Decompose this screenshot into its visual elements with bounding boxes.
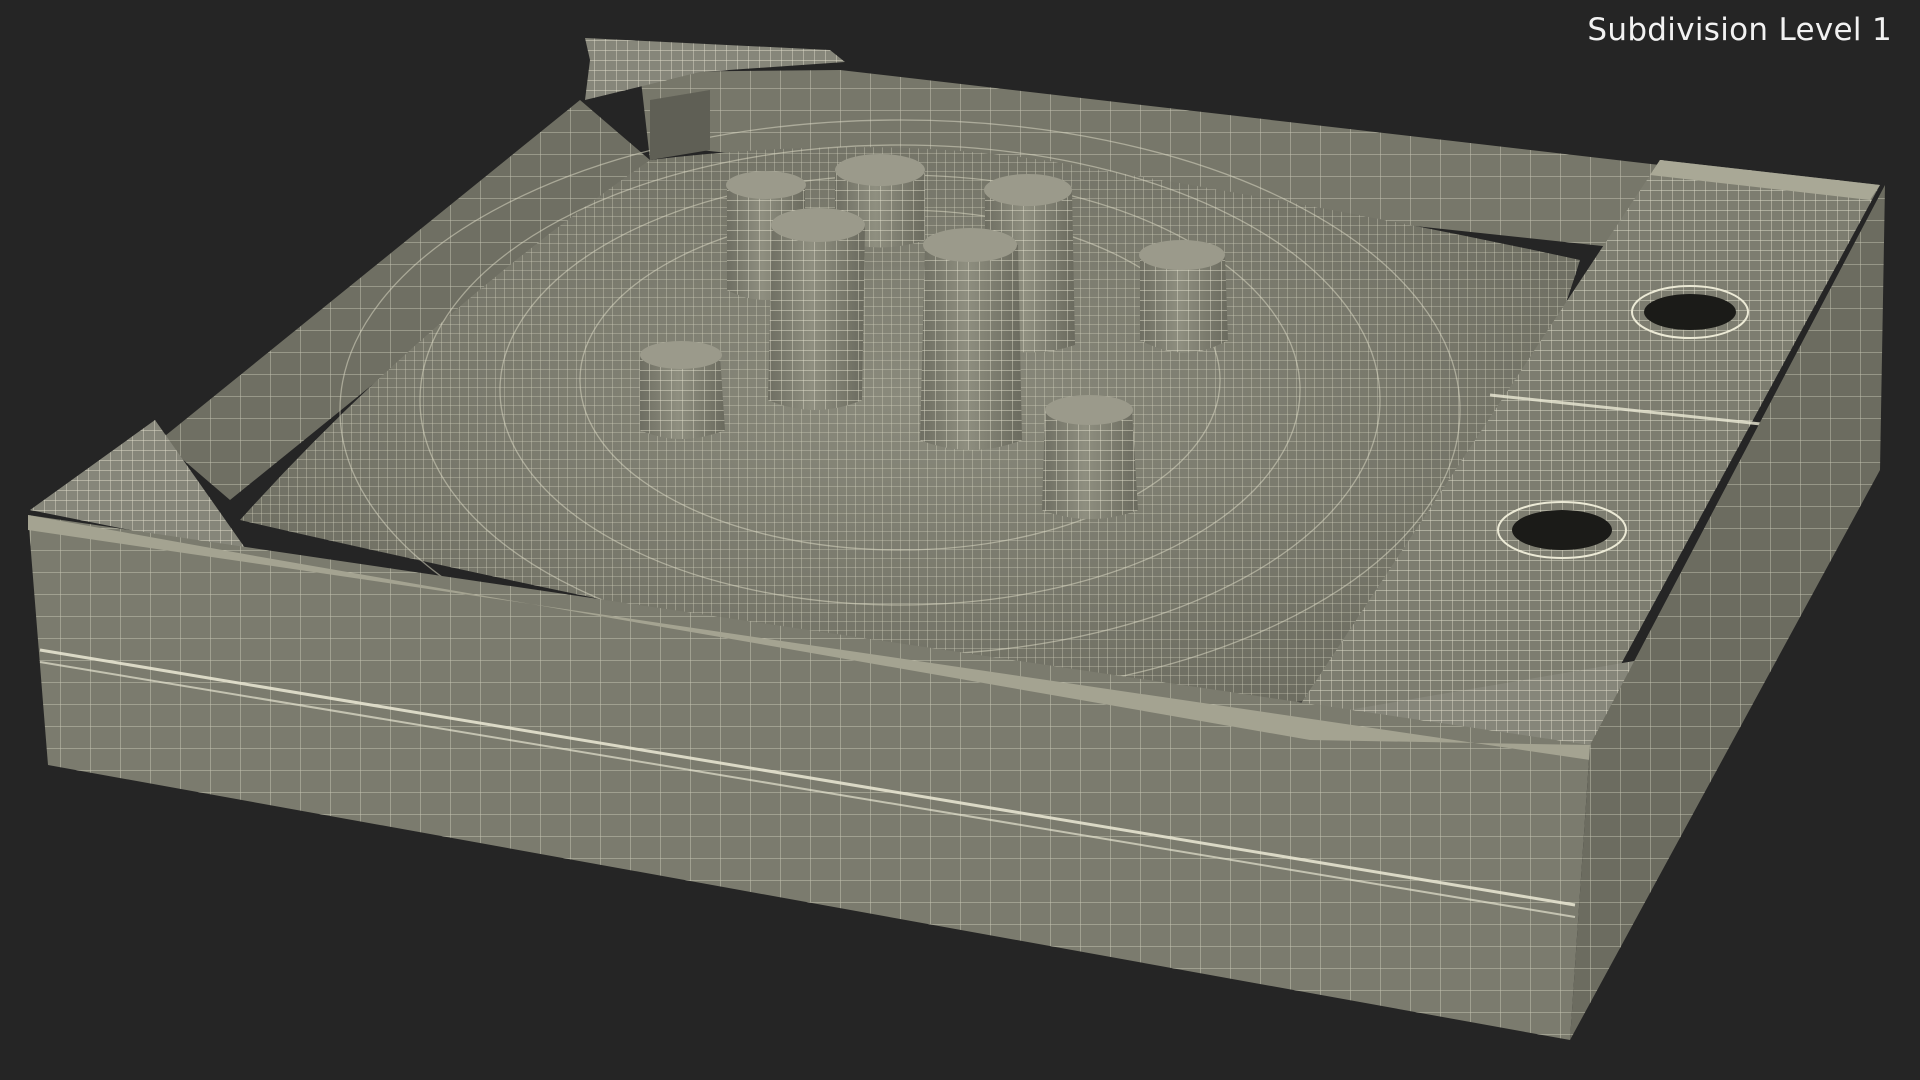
bench-hole-top [1644, 294, 1736, 330]
tower [768, 208, 865, 410]
subdivision-level-label: Subdivision Level 1 [1587, 12, 1892, 48]
tower [920, 228, 1022, 450]
tower [640, 341, 725, 439]
wireframe-sandbox-render [28, 38, 1885, 1040]
viewport: Subdivision Level 1 [0, 0, 1920, 1080]
tower [1042, 395, 1138, 519]
bench-hole-bottom [1512, 510, 1612, 550]
tower [1139, 240, 1228, 353]
